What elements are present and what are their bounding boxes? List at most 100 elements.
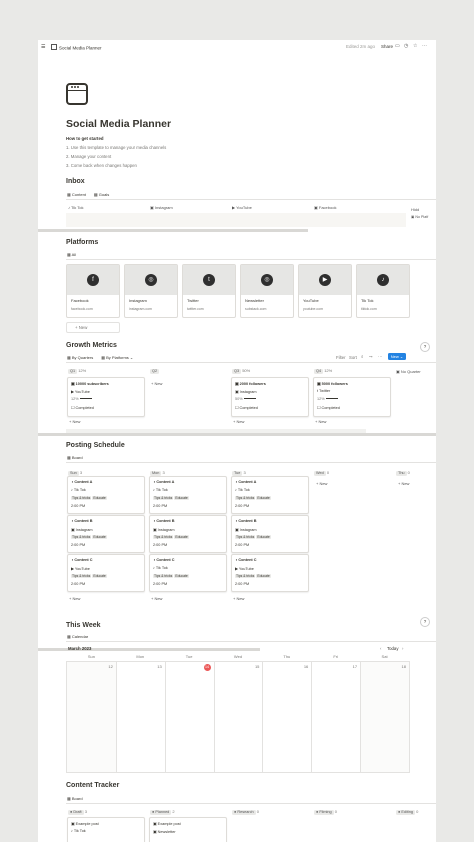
goal-card[interactable]: ▣ 10000 subscribers ▶ YouTube 12% ☐ Comp…	[67, 377, 145, 417]
calendar-day[interactable]: 18	[360, 662, 409, 772]
search-icon[interactable]: ⌕	[361, 354, 363, 359]
group-q2[interactable]: Q2	[150, 368, 160, 374]
inbox-column-tiktok[interactable]: ♪ Tik Tok	[68, 205, 84, 210]
inbox-title: Inbox	[66, 178, 85, 185]
schedule-card[interactable]: ◑ Content B ▣ Instagram Tips & tricks Educa…	[231, 515, 309, 553]
group-q1[interactable]: Q1 12%	[68, 368, 86, 374]
new-item-button[interactable]: + New	[316, 481, 327, 486]
schedule-card[interactable]: ◑ Content B ▣ Instagram Tips & tricks Educa…	[67, 515, 145, 553]
automation-icon[interactable]: ⤳	[369, 354, 372, 359]
star-icon[interactable]: ☆	[413, 43, 417, 49]
platform-card-twitter[interactable]: t Twitter twitter.com	[182, 264, 236, 318]
step-3: 3. Come back when changes happen	[66, 163, 137, 168]
filter-button[interactable]: Filter	[336, 355, 346, 360]
tracker-card[interactable]: ▣ Example post ♪ Tik Tok	[67, 817, 145, 842]
page-icon	[51, 44, 57, 50]
group-thu[interactable]: Thu 0	[396, 470, 410, 476]
history-icon[interactable]: ◷	[404, 43, 408, 49]
group-editing[interactable]: ● Editing 0	[396, 809, 418, 815]
group-no-quarter[interactable]: ▣ No Quarter	[396, 369, 421, 374]
tracker-card[interactable]: ▣ Example post ▣ Newsletter	[149, 817, 227, 842]
group-sun[interactable]: Sun 3	[68, 470, 82, 476]
card-title: ◑ Content C	[153, 558, 175, 562]
platform-icon: ▣	[153, 528, 157, 532]
menu-icon[interactable]: ☰	[41, 44, 45, 50]
schedule-card[interactable]: ◑ Content B ▣ Instagram Tips & tricks Educa…	[149, 515, 227, 553]
group-tue[interactable]: Tue 3	[232, 470, 246, 476]
tab-divider	[66, 199, 436, 200]
card-tags: Tips & tricks Educate	[71, 574, 107, 578]
inbox-board-area	[66, 213, 406, 227]
growth-new-button[interactable]: New ⌄	[388, 353, 406, 360]
help-button[interactable]: ?	[420, 617, 430, 627]
day-number: 14	[203, 664, 211, 671]
platform-card-instagram[interactable]: ◎ Instagram instagram.com	[124, 264, 178, 318]
share-button[interactable]: Share	[381, 44, 393, 49]
card-title: ◑ Content B	[71, 519, 93, 523]
help-button[interactable]: ?	[420, 342, 430, 352]
goal-card[interactable]: ▣ 5000 followers t Twitter 12% ☐ Complet…	[313, 377, 391, 417]
platform-icon: ▶	[235, 567, 238, 571]
calendar-day[interactable]: 12	[67, 662, 116, 772]
tracker-title: Content Tracker	[66, 782, 120, 789]
schedule-card[interactable]: ◑ Content A ♪ Tik Tok Tips & tricks Educate…	[149, 476, 227, 514]
platform-new-button[interactable]: + New	[66, 322, 120, 333]
comment-icon[interactable]: ▭	[395, 43, 400, 49]
inbox-column-instagram[interactable]: ▣ Instagram	[150, 205, 173, 210]
calendar-day[interactable]: 16	[262, 662, 311, 772]
card-time: 2:00 PM	[235, 504, 250, 508]
card-title: ◑ Content A	[235, 480, 257, 484]
group-q3[interactable]: Q3 50%	[232, 368, 250, 374]
schedule-card[interactable]: ◑ Content C ♪ Tik Tok Tips & tricks Educate…	[149, 554, 227, 592]
schedule-card[interactable]: ◑ Content A ♪ Tik Tok Tips & tricks Educate…	[231, 476, 309, 514]
schedule-title: Posting Schedule	[66, 442, 125, 449]
group-mon[interactable]: Mon 3	[150, 470, 165, 476]
group-wed[interactable]: Wed 0	[314, 470, 329, 476]
group-draft[interactable]: ● Draft 3	[68, 809, 87, 815]
calendar-day[interactable]: 13	[115, 662, 165, 772]
new-item-button[interactable]: + New	[233, 596, 244, 601]
edited-status: Edited 2m ago	[346, 44, 376, 49]
new-item-button[interactable]: + New	[315, 419, 326, 424]
platform-card-tiktok[interactable]: ♪ Tik Tok tiktok.com	[356, 264, 410, 318]
progress-bar	[79, 398, 92, 399]
group-planned[interactable]: ● Planned 2	[150, 809, 175, 815]
group-filming[interactable]: ● Filming 0	[314, 809, 337, 815]
hidden-groups-label[interactable]: Hidd	[411, 207, 419, 212]
platform-icon: ▣	[235, 528, 239, 532]
new-item-button[interactable]: + New	[151, 381, 162, 386]
prev-week-button[interactable]: ‹	[380, 646, 381, 651]
inbox-column-youtube[interactable]: ▶ YouTube	[232, 205, 252, 210]
schedule-card[interactable]: ◑ Content C ▶ YouTube Tips & tricks Educate…	[67, 554, 145, 592]
platform-card-youtube[interactable]: ▶ YouTube youtube.com	[298, 264, 352, 318]
more-icon[interactable]: ⋯	[422, 43, 427, 49]
sort-button[interactable]: Sort	[349, 355, 357, 360]
day-number: 16	[303, 664, 309, 669]
group-research[interactable]: ● Research 0	[232, 809, 259, 815]
more-icon[interactable]: ⋯	[378, 354, 382, 360]
new-item-button[interactable]: + New	[69, 596, 80, 601]
schedule-card[interactable]: ◑ Content A ♪ Tik Tok Tips & tricks Educate…	[67, 476, 145, 514]
today-button[interactable]: Today	[387, 646, 398, 651]
card-platform: ♪ Tik Tok	[153, 488, 168, 492]
card-title: ◑ Content B	[235, 519, 257, 523]
card-tags: Tips & tricks Educate	[153, 574, 189, 578]
platform-card-newsletter[interactable]: ◎ Newsletter substack.com	[240, 264, 294, 318]
new-item-button[interactable]: + New	[151, 596, 162, 601]
calendar-day[interactable]: 15	[213, 662, 263, 772]
new-item-button[interactable]: + New	[233, 419, 244, 424]
no-platform-group[interactable]: ▣ No Platf	[411, 215, 428, 219]
weekday-label: Sat	[381, 654, 388, 659]
platform-card-facebook[interactable]: f Facebook facebook.com	[66, 264, 120, 318]
calendar-day[interactable]: 17	[311, 662, 360, 772]
calendar-day[interactable]: 14	[164, 662, 214, 772]
new-item-button[interactable]: + New	[69, 419, 80, 424]
new-item-button[interactable]: + New	[398, 481, 409, 486]
breadcrumb[interactable]: Social Media Planner	[51, 44, 102, 51]
schedule-card[interactable]: ◑ Content C ▶ YouTube Tips & tricks Educate…	[231, 554, 309, 592]
goal-card[interactable]: ▣ 2000 followers ▣ Instagram 50% ☐ Compl…	[231, 377, 309, 417]
inbox-column-facebook[interactable]: ▣ Facebook	[314, 205, 336, 210]
group-q4[interactable]: Q4 12%	[314, 368, 332, 374]
growth-title: Growth Metrics	[66, 342, 117, 349]
next-week-button[interactable]: ›	[402, 646, 403, 651]
